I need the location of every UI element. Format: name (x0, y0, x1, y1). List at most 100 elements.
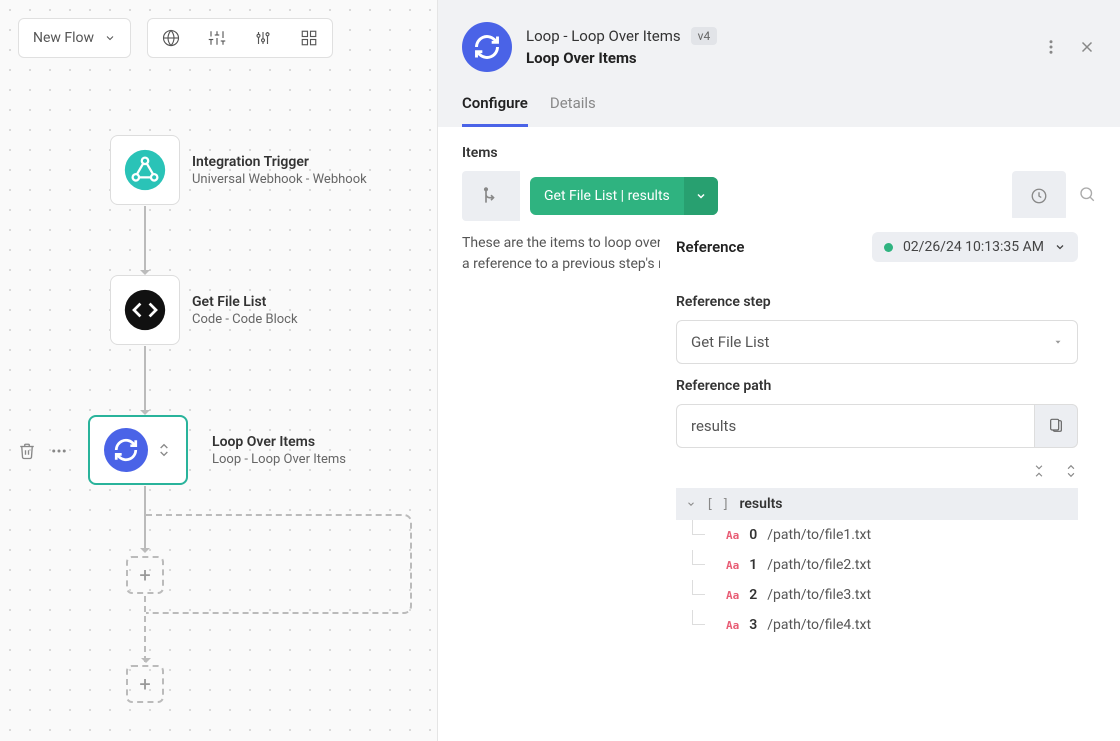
node-subtitle: Universal Webhook - Webhook (192, 172, 367, 187)
tab-configure[interactable]: Configure (462, 94, 528, 127)
expand-button[interactable] (1078, 185, 1096, 207)
node-subtitle: Loop - Loop Over Items (212, 452, 346, 467)
globe-button[interactable] (148, 19, 194, 57)
connector (144, 206, 146, 274)
node-subtitle: Code - Code Block (192, 312, 298, 327)
close-icon[interactable] (1078, 38, 1096, 56)
results-root-row[interactable]: [ ] results (676, 488, 1078, 520)
result-value: /path/to/file3.txt (767, 587, 871, 603)
sliders-icon (208, 29, 226, 47)
node-title: Integration Trigger (192, 154, 367, 170)
loop-icon (473, 33, 501, 61)
loop-return-path (146, 514, 412, 614)
result-index: 0 (749, 527, 757, 543)
code-icon (123, 288, 167, 332)
chevron-down-icon (686, 499, 696, 509)
node-loop-over-items[interactable]: Loop Over Items Loop - Loop Over Items (88, 415, 346, 485)
top-toolbar: New Flow (18, 18, 333, 58)
result-value: /path/to/file2.txt (767, 557, 871, 573)
loop-icon (113, 437, 139, 463)
node-icon-code (110, 275, 180, 345)
node-title: Loop Over Items (212, 434, 346, 450)
string-type-icon: Aa (726, 529, 739, 542)
sliders-button[interactable] (194, 19, 240, 57)
webhook-icon (123, 148, 167, 192)
result-item[interactable]: Aa0/path/to/file1.txt (676, 520, 1078, 550)
result-item[interactable]: Aa1/path/to/file2.txt (676, 550, 1078, 580)
node-label: Get File List Code - Code Block (192, 294, 298, 327)
status-dot-icon (884, 243, 893, 252)
add-step-after-loop-button[interactable]: + (126, 665, 164, 703)
node-label: Integration Trigger Universal Webhook - … (192, 154, 367, 187)
connector-dashed (144, 596, 146, 662)
more-vertical-icon[interactable] (1042, 38, 1060, 56)
chevron-down-icon (1054, 241, 1066, 253)
reference-path-value: results (691, 417, 736, 435)
panel-node-type: Loop Over Items (526, 49, 1028, 67)
trash-icon[interactable] (18, 442, 36, 460)
ref-step-label: Reference step (676, 294, 1078, 310)
connector (144, 346, 146, 414)
connector (144, 486, 146, 552)
node-icon-trigger (110, 135, 180, 205)
collapse-icon (156, 442, 172, 458)
panel-tabs: Configure Details (462, 94, 1096, 127)
flow-name: New Flow (33, 30, 94, 46)
result-index: 3 (749, 617, 757, 633)
result-item[interactable]: Aa 2/path/to/file3.txt (676, 580, 1078, 610)
collapse-all-icon[interactable] (1032, 464, 1046, 478)
items-type-prefix[interactable] (462, 171, 520, 221)
tree-controls (676, 464, 1078, 478)
node-get-file-list[interactable]: Get File List Code - Code Block (110, 275, 298, 345)
grid-button[interactable] (286, 19, 332, 57)
add-step-button[interactable]: + (126, 556, 164, 594)
caret-down-icon (1053, 337, 1063, 347)
clipboard-button[interactable] (1034, 404, 1078, 448)
more-icon[interactable] (50, 442, 68, 460)
tab-details[interactable]: Details (550, 94, 596, 127)
toolbar-icon-group (147, 18, 333, 58)
expand-all-icon[interactable] (1064, 464, 1078, 478)
reference-timestamp: 02/26/24 10:13:35 AM (903, 239, 1044, 255)
reference-step-value: Get File List (691, 333, 769, 351)
clock-icon (1030, 187, 1048, 205)
panel-header: Loop - Loop Over Items v4 Loop Over Item… (438, 0, 1120, 127)
items-field-row: Get File List | results (462, 171, 1096, 221)
node-label: Loop Over Items Loop - Loop Over Items (212, 434, 346, 467)
results-root-name: results (739, 496, 782, 512)
chevron-down-icon (104, 32, 116, 44)
ref-path-label: Reference path (676, 378, 1078, 394)
reference-pill-caret[interactable] (684, 177, 718, 215)
field-label-items: Items (462, 145, 1096, 161)
result-index: 2 (749, 587, 757, 603)
version-badge: v4 (691, 27, 718, 45)
node-integration-trigger[interactable]: Integration Trigger Universal Webhook - … (110, 135, 367, 205)
string-type-icon: Aa (726, 589, 739, 602)
grid-icon (300, 29, 318, 47)
reference-path-input[interactable]: results (676, 404, 1034, 448)
globe-icon (162, 29, 180, 47)
history-button[interactable] (1012, 171, 1066, 221)
array-bracket-icon: [ ] (706, 497, 729, 512)
string-type-icon: Aa (726, 559, 739, 572)
panel-node-name: Loop - Loop Over Items (526, 27, 681, 45)
branch-icon (481, 186, 501, 206)
node-actions (18, 442, 68, 460)
reference-title: Reference (676, 238, 744, 256)
sliders-alt-button[interactable] (240, 19, 286, 57)
node-icon-loop (88, 415, 188, 485)
results-tree: [ ] results Aa0/path/to/file1.txtAa1/pat… (676, 488, 1078, 640)
flow-selector[interactable]: New Flow (18, 18, 131, 58)
reference-step-select[interactable]: Get File List (676, 320, 1078, 364)
sliders-alt-icon (254, 29, 272, 47)
node-title: Get File List (192, 294, 298, 310)
reference-popover: Reference 02/26/24 10:13:35 AM Reference… (660, 218, 1094, 656)
reference-pill-text: Get File List | results (530, 177, 684, 215)
panel-avatar (462, 22, 512, 72)
reference-pill[interactable]: Get File List | results (530, 177, 718, 215)
result-item[interactable]: Aa 3/path/to/file4.txt (676, 610, 1078, 640)
string-type-icon: Aa (726, 619, 739, 632)
search-icon (1078, 185, 1096, 203)
result-value: /path/to/file4.txt (767, 617, 871, 633)
reference-timestamp-selector[interactable]: 02/26/24 10:13:35 AM (872, 232, 1078, 262)
